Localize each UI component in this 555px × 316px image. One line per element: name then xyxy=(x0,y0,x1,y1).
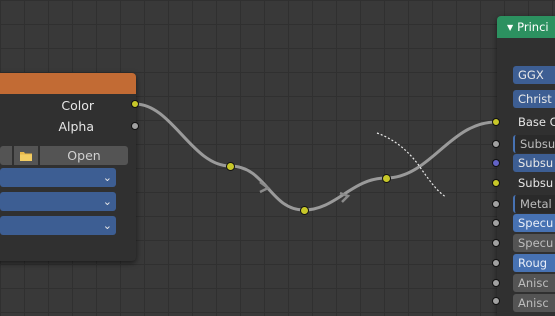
node-header[interactable]: ▼ Princi xyxy=(497,16,555,38)
open-image-button[interactable]: Open xyxy=(40,146,128,165)
knife-cut-line xyxy=(376,132,447,198)
principled-bsdf-node[interactable]: ▼ Princi GGX Christ Base C Subsu Subsu Su… xyxy=(497,16,555,316)
output-label-color: Color xyxy=(61,98,94,113)
base-color-input-socket[interactable] xyxy=(492,118,500,126)
anisotropic-rotation-field[interactable]: Anisc xyxy=(513,294,555,312)
anisotropic-field[interactable]: Anisc xyxy=(513,274,555,292)
specular-tint-input-socket[interactable] xyxy=(492,239,500,247)
anisotropic-input-socket[interactable] xyxy=(492,279,500,287)
reroute-node[interactable] xyxy=(226,162,235,171)
chevron-down-icon: ⌄ xyxy=(102,219,112,232)
specular-tint-field[interactable]: Specu xyxy=(513,234,555,252)
subsurface-color-input[interactable]: Subsu xyxy=(513,174,555,192)
subsurface-field[interactable]: Subsu xyxy=(513,135,555,153)
image-texture-node[interactable]: Color Alpha Open ⌄ ⌄ ⌄ xyxy=(0,73,136,261)
base-color-input[interactable]: Base C xyxy=(513,113,555,131)
subsurface-radius-field[interactable]: Subsu xyxy=(513,154,555,172)
metallic-input-socket[interactable] xyxy=(492,200,500,208)
reroute-node[interactable] xyxy=(382,174,391,183)
alpha-output-socket[interactable] xyxy=(131,122,139,130)
specular-field[interactable]: Specu xyxy=(513,214,555,232)
link-reroute-3-to-base-color[interactable] xyxy=(385,120,497,180)
extension-dropdown[interactable]: ⌄ xyxy=(0,216,116,235)
specular-input-socket[interactable] xyxy=(492,219,500,227)
chevron-down-icon: ⌄ xyxy=(102,195,112,208)
distribution-dropdown[interactable]: GGX xyxy=(513,66,555,84)
color-output-socket[interactable] xyxy=(131,100,139,108)
output-label-alpha: Alpha xyxy=(58,119,94,134)
link-direction-arrow xyxy=(259,181,271,194)
image-open-row: Open xyxy=(0,146,128,165)
subsurface-method-dropdown[interactable]: Christ xyxy=(513,90,555,108)
node-title: Princi xyxy=(517,20,549,34)
link-color-to-reroute-1[interactable] xyxy=(134,102,231,168)
node-editor-canvas[interactable]: Color Alpha Open ⌄ ⌄ ⌄ ▼ Princi GGX Chri… xyxy=(0,0,555,316)
subsurface-input-socket[interactable] xyxy=(492,140,500,148)
metallic-field[interactable]: Metal xyxy=(513,195,555,213)
anisotropic-rotation-input-socket[interactable] xyxy=(492,297,500,305)
projection-dropdown[interactable]: ⌄ xyxy=(0,192,116,211)
roughness-input-socket[interactable] xyxy=(492,259,500,267)
reroute-node[interactable] xyxy=(300,206,309,215)
subsurface-color-input-socket[interactable] xyxy=(492,179,500,187)
roughness-field[interactable]: Roug xyxy=(513,254,555,272)
collapse-triangle-icon[interactable]: ▼ xyxy=(507,23,513,32)
interpolation-dropdown[interactable]: ⌄ xyxy=(0,168,116,187)
subsurface-radius-input-socket[interactable] xyxy=(492,159,500,167)
folder-icon[interactable] xyxy=(14,146,38,165)
image-browse-button[interactable] xyxy=(0,146,12,165)
node-header[interactable] xyxy=(0,73,136,94)
chevron-down-icon: ⌄ xyxy=(102,171,112,184)
